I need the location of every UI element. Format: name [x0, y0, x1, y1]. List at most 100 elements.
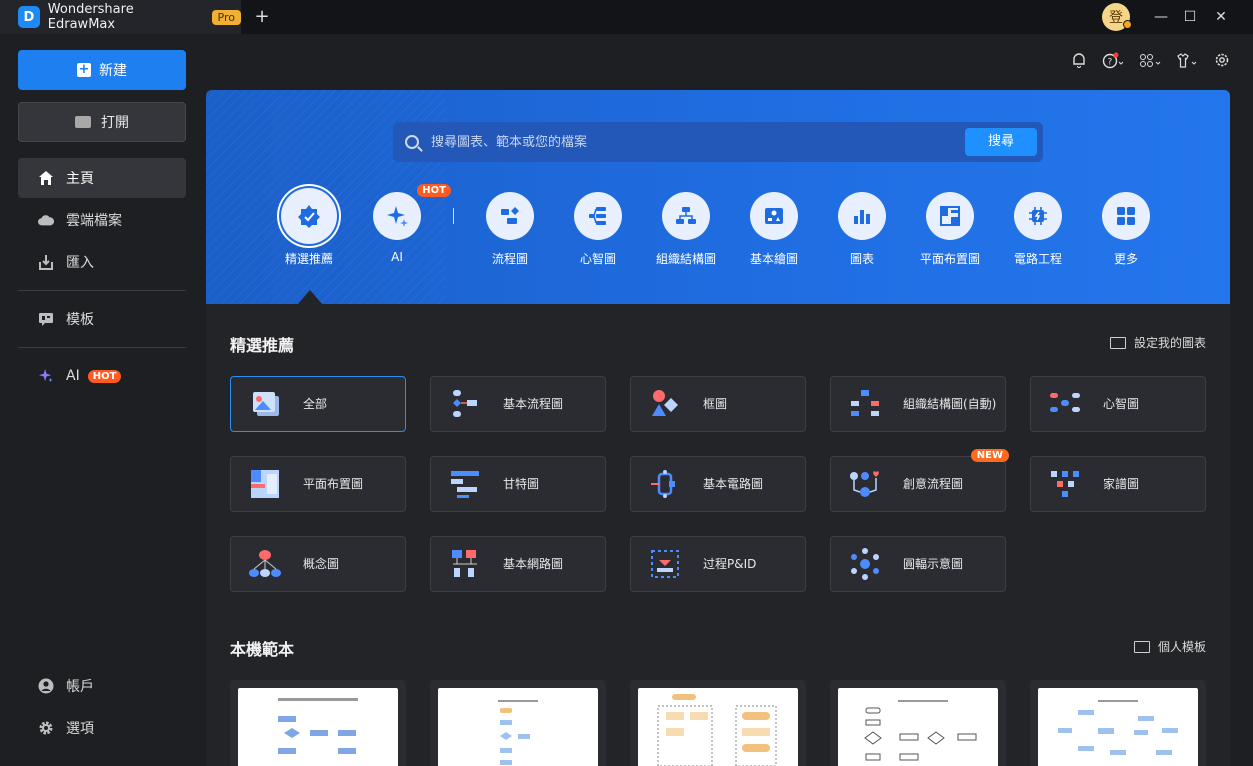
- creative-flowchart-icon: [850, 471, 879, 497]
- customize-charts-link[interactable]: 設定我的圖表: [1109, 334, 1206, 351]
- sidebar-item-account[interactable]: 帳戶: [18, 666, 186, 706]
- personal-templates-link[interactable]: 個人模板: [1133, 638, 1206, 655]
- sidebar-item-label: 匯入: [66, 255, 94, 271]
- template-preview: [438, 688, 598, 766]
- card-floor-plan[interactable]: 平面布置圖: [230, 456, 406, 512]
- card-block-diagram[interactable]: 框圖: [630, 376, 806, 432]
- mindmap-icon: [574, 192, 622, 240]
- search-input[interactable]: [431, 134, 951, 150]
- minimize-button[interactable]: —: [1150, 6, 1172, 28]
- card-gantt[interactable]: 甘特圖: [430, 456, 606, 512]
- template-thumbnail[interactable]: [230, 680, 406, 766]
- category-basic-drawing[interactable]: 基本繪圖: [731, 192, 817, 267]
- category-label: 平面布置圖: [919, 252, 980, 266]
- card-spoke-diagram[interactable]: 圓輻示意圖: [830, 536, 1006, 592]
- more-grid-icon: [1102, 192, 1150, 240]
- sidebar-item-import[interactable]: 匯入: [18, 242, 186, 282]
- hot-badge: HOT: [87, 369, 122, 383]
- sidebar-item-options[interactable]: 選項: [18, 708, 186, 748]
- category-divider: [453, 208, 454, 224]
- category-org-chart[interactable]: 組織結構圖: [643, 192, 729, 267]
- template-thumbnail[interactable]: [630, 680, 806, 766]
- featured-icon: [281, 188, 337, 244]
- edrawmax-logo-icon: D: [18, 6, 40, 28]
- category-featured[interactable]: 精選推薦: [266, 188, 352, 267]
- sidebar-item-ai[interactable]: AI HOT: [18, 356, 186, 396]
- sidebar-item-templates[interactable]: 模板: [18, 299, 186, 339]
- sidebar: + 新建 打開 主頁 雲端檔案 匯入 模板 AI HOT 帳戶 選項: [0, 34, 196, 766]
- user-avatar[interactable]: 登: [1102, 3, 1132, 31]
- card-family-tree[interactable]: 家譜圖: [1030, 456, 1206, 512]
- theme-shirt-icon[interactable]: [1173, 52, 1201, 72]
- card-process-pid[interactable]: 过程P&ID: [630, 536, 806, 592]
- category-floor-plan[interactable]: 平面布置圖: [907, 192, 993, 267]
- template-preview: [838, 688, 998, 766]
- category-mindmap[interactable]: 心智圖: [555, 192, 641, 267]
- category-flowchart[interactable]: 流程圖: [467, 192, 553, 267]
- category-label: 組織結構圖: [655, 252, 716, 266]
- card-basic-network[interactable]: 基本網路圖: [430, 536, 606, 592]
- customize-charts-label: 設定我的圖表: [1133, 336, 1206, 350]
- card-concept-map[interactable]: 概念圖: [230, 536, 406, 592]
- card-label: 框圖: [703, 397, 728, 411]
- sidebar-item-label: AI: [66, 368, 80, 384]
- card-mindmap[interactable]: 心智圖: [1030, 376, 1206, 432]
- concept-map-icon: [249, 550, 281, 577]
- svg-text:?: ?: [1108, 58, 1113, 68]
- mindmap-card-icon: [1050, 393, 1080, 412]
- card-creative-flowchart[interactable]: 創意流程圖 NEW: [830, 449, 1009, 512]
- floor-plan-card-icon: [251, 470, 279, 498]
- help-icon[interactable]: ?: [1100, 52, 1128, 72]
- layout-icon: [1133, 640, 1150, 653]
- block-diagram-icon: [652, 390, 678, 416]
- card-basic-circuit[interactable]: 基本電路圖: [630, 456, 806, 512]
- flowchart-icon: [486, 192, 534, 240]
- folder-icon: [75, 116, 91, 128]
- maximize-button[interactable]: ☐: [1179, 6, 1201, 28]
- sidebar-item-home[interactable]: 主頁: [18, 158, 186, 198]
- pid-icon: [651, 550, 679, 578]
- settings-gear-icon[interactable]: [1212, 52, 1232, 72]
- template-thumbnail[interactable]: [1030, 680, 1206, 766]
- title-bar: D Wondershare EdrawMax Pro + 登 — ☐ ✕: [0, 0, 1253, 34]
- new-badge: NEW: [970, 449, 1009, 462]
- template-preview: [638, 688, 798, 766]
- bell-icon[interactable]: [1069, 52, 1089, 72]
- sidebar-item-label: 模板: [66, 312, 94, 328]
- notification-dot-icon: [1123, 20, 1132, 29]
- basic-flowchart-icon: [453, 390, 477, 417]
- card-basic-flowchart[interactable]: 基本流程圖: [430, 376, 606, 432]
- new-tab-button[interactable]: +: [252, 5, 272, 29]
- template-thumbnail[interactable]: [430, 680, 606, 766]
- apps-grid-icon[interactable]: [1137, 52, 1165, 72]
- category-circuit[interactable]: 電路工程: [995, 192, 1081, 267]
- pro-badge: Pro: [211, 9, 241, 25]
- open-button[interactable]: 打開: [18, 102, 186, 142]
- search-bar: 搜尋: [393, 122, 1043, 162]
- app-tab[interactable]: D Wondershare EdrawMax Pro: [0, 0, 241, 34]
- sidebar-item-label: 選項: [66, 721, 94, 737]
- sidebar-item-cloud[interactable]: 雲端檔案: [18, 200, 186, 240]
- local-templates-title: 本機範本: [230, 640, 295, 659]
- all-templates-icon: [253, 392, 279, 416]
- card-all[interactable]: 全部: [230, 376, 406, 432]
- ai-sparkle-icon: HOT: [373, 184, 451, 240]
- template-thumbnail[interactable]: [830, 680, 1006, 766]
- search-button[interactable]: 搜尋: [965, 128, 1037, 156]
- gantt-icon: [451, 471, 479, 498]
- plus-icon: +: [77, 62, 91, 77]
- category-chart[interactable]: 圖表: [819, 192, 905, 267]
- sidebar-item-label: 主頁: [66, 171, 94, 187]
- card-org-chart-auto[interactable]: 組織結構圖(自動): [830, 376, 1006, 432]
- category-ai[interactable]: HOT AI: [354, 184, 451, 264]
- org-chart-auto-icon: [851, 390, 879, 416]
- sidebar-item-label: 帳戶: [66, 679, 94, 695]
- main-panel: 搜尋 精選推薦 HOT AI 流程圖 心智圖: [206, 90, 1230, 766]
- personal-templates-label: 個人模板: [1157, 640, 1206, 654]
- new-button[interactable]: + 新建: [18, 50, 186, 90]
- card-label: 平面布置圖: [303, 477, 364, 491]
- avatar-initial: 登: [1109, 10, 1123, 26]
- category-more[interactable]: 更多: [1083, 192, 1169, 267]
- card-label: 心智圖: [1103, 397, 1140, 411]
- close-window-button[interactable]: ✕: [1210, 6, 1232, 28]
